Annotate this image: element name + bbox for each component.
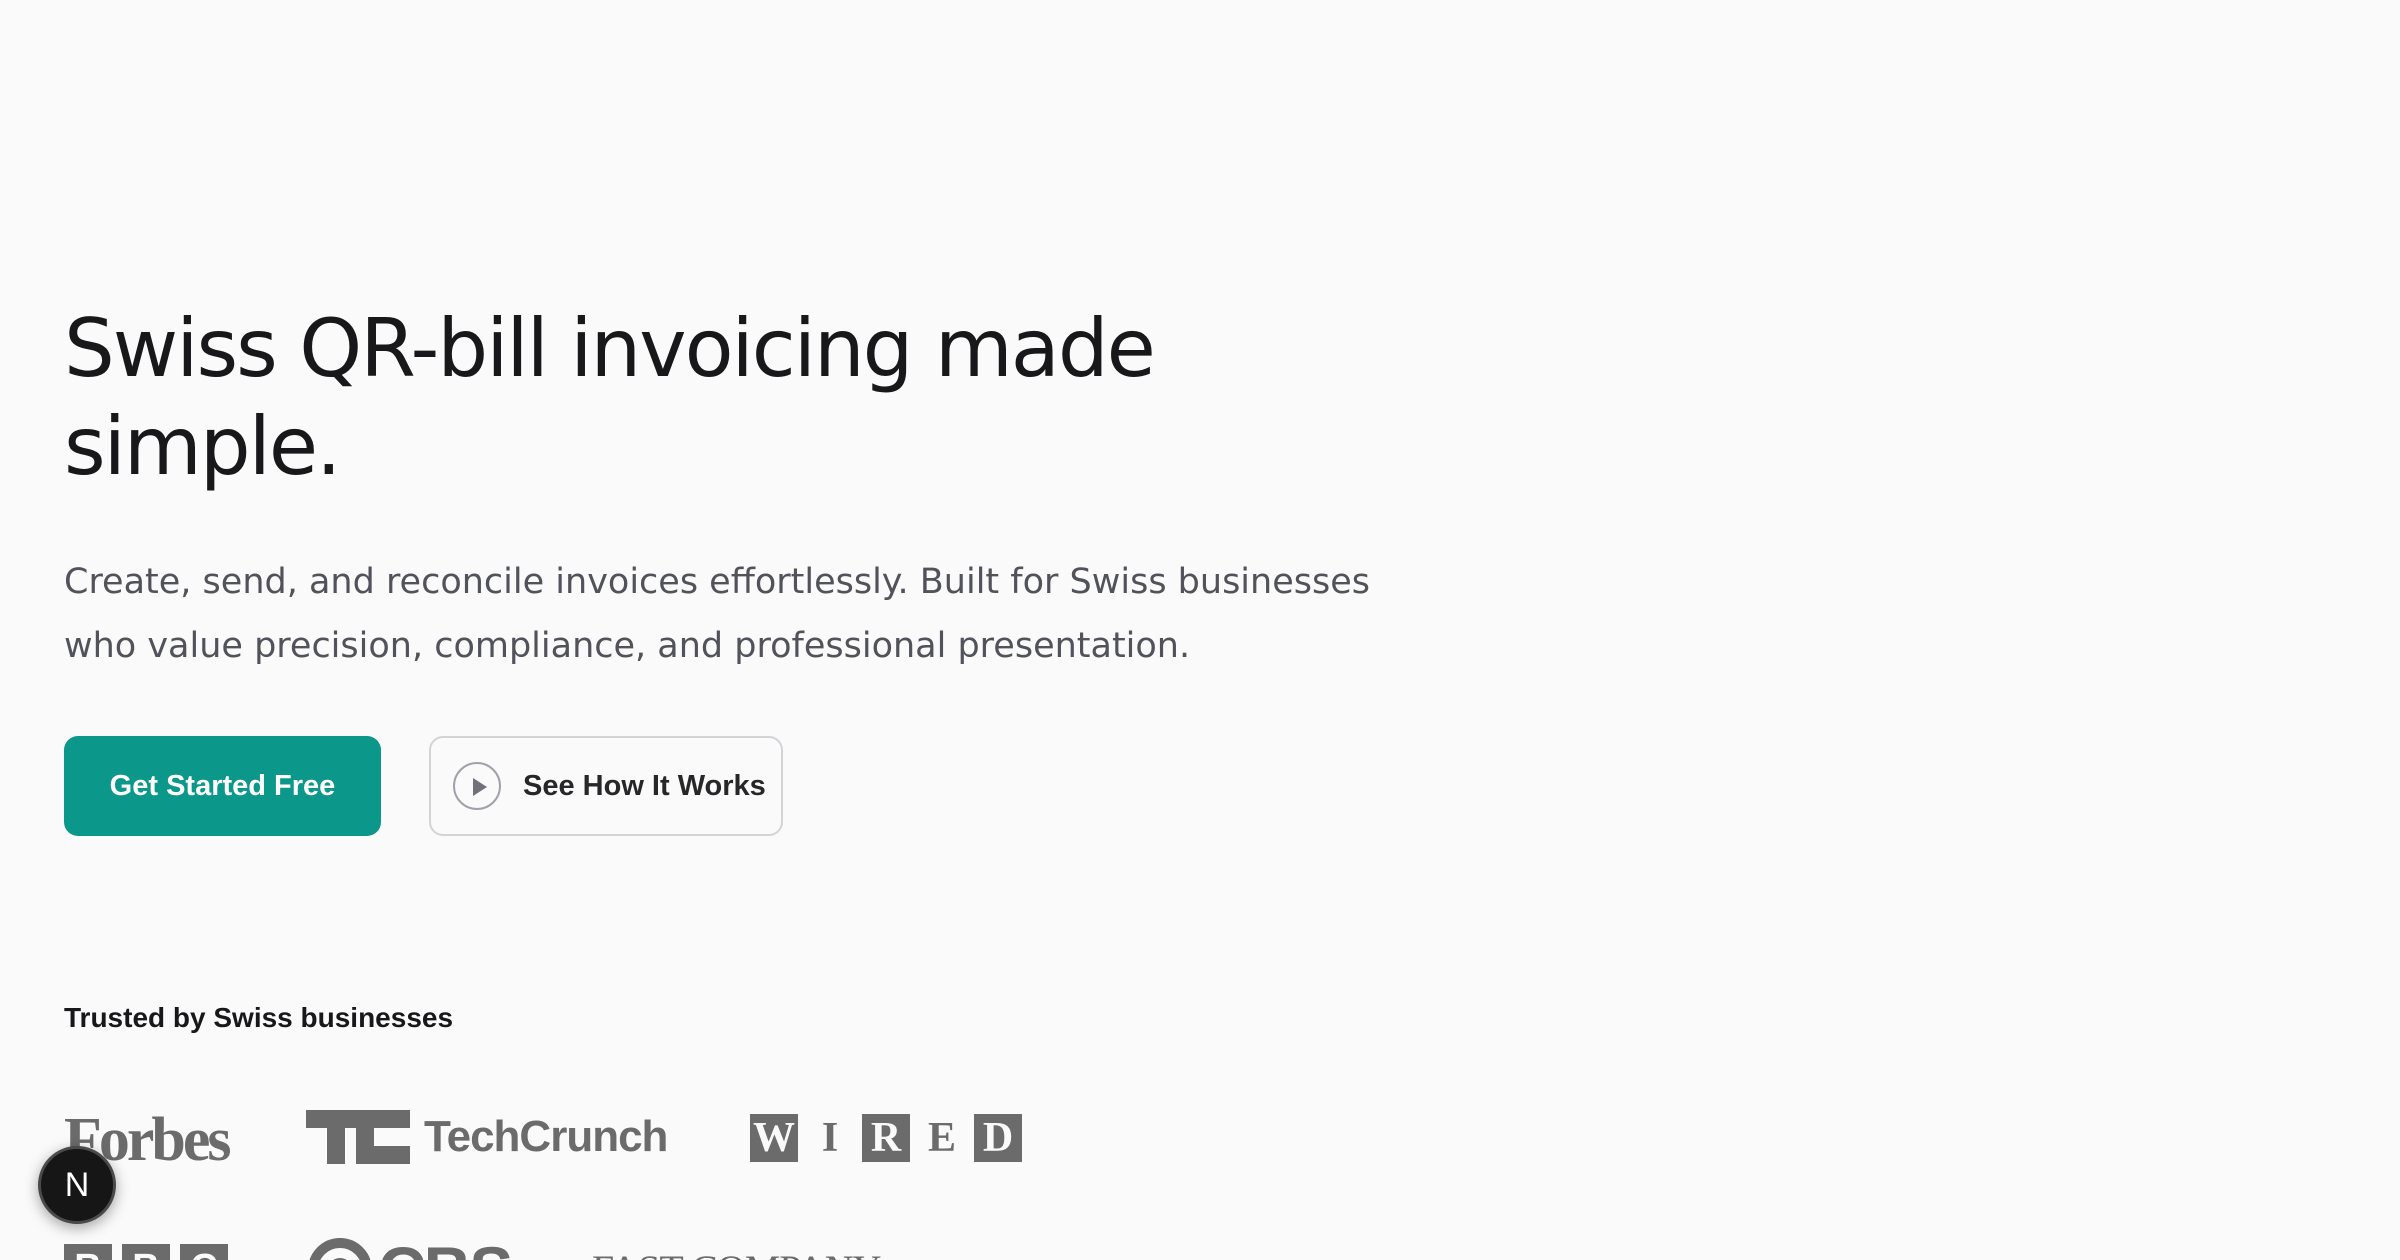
wired-letter: E <box>927 1115 956 1161</box>
wired-logo: W I R E D <box>750 1114 1022 1162</box>
hero-section: Swiss QR-bill invoicing made simple. Cre… <box>64 300 1464 678</box>
wired-letter: D <box>974 1114 1022 1162</box>
fast-company-logo: FAST COMPANY <box>592 1246 881 1260</box>
wired-letter: R <box>862 1114 910 1162</box>
see-how-it-works-label: See How It Works <box>523 769 766 802</box>
wired-letter: W <box>750 1114 798 1162</box>
techcrunch-wordmark: TechCrunch <box>424 1112 668 1161</box>
cbs-wordmark: CBS <box>378 1232 513 1260</box>
bbc-logo: B B C <box>64 1244 228 1260</box>
nextjs-dev-indicator-button[interactable]: N <box>38 1146 116 1224</box>
bbc-letter: C <box>180 1244 228 1260</box>
techcrunch-logo: TechCrunch <box>306 1110 668 1164</box>
cbs-eye-icon <box>308 1238 372 1260</box>
see-how-it-works-button[interactable]: See How It Works <box>429 736 783 836</box>
cta-row: Get Started Free See How It Works <box>64 736 783 836</box>
trusted-label: Trusted by Swiss businesses <box>64 1002 454 1033</box>
landing-page: Swiss QR-bill invoicing made simple. Cre… <box>0 0 2400 1260</box>
cbs-logo: CBS <box>308 1232 513 1260</box>
play-circle-icon <box>453 762 501 810</box>
hero-subtitle: Create, send, and reconcile invoices eff… <box>64 562 1370 666</box>
bbc-letter: B <box>122 1244 170 1260</box>
techcrunch-mark-icon <box>306 1110 410 1164</box>
get-started-button[interactable]: Get Started Free <box>64 736 381 836</box>
bbc-letter: B <box>64 1244 112 1260</box>
hero-title: Swiss QR-bill invoicing made simple. <box>64 302 1156 493</box>
wired-letter: I <box>821 1115 839 1161</box>
